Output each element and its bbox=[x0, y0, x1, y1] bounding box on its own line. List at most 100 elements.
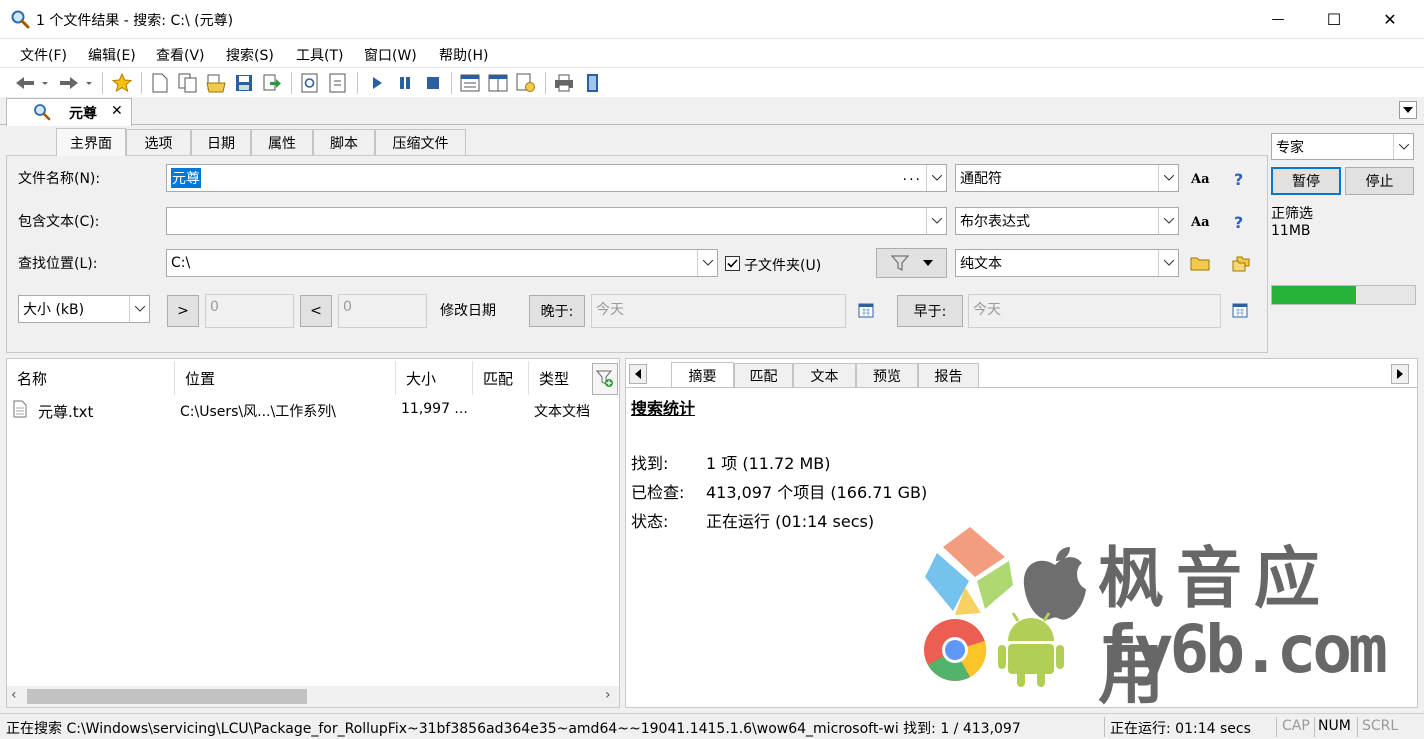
contains-dropdown-button[interactable] bbox=[926, 208, 946, 234]
tab-attributes[interactable]: 属性 bbox=[251, 129, 313, 155]
export-icon[interactable] bbox=[261, 72, 283, 94]
tab-main[interactable]: 主界面 bbox=[56, 128, 126, 156]
subfolder-checkbox[interactable] bbox=[725, 256, 740, 271]
column-header-size[interactable]: 大小 bbox=[396, 361, 473, 395]
play-icon[interactable] bbox=[366, 72, 388, 94]
print-icon[interactable] bbox=[553, 72, 575, 94]
column-header-type[interactable]: 类型 bbox=[529, 361, 591, 395]
refresh-doc-icon[interactable] bbox=[299, 72, 321, 94]
tab-list-dropdown-button[interactable] bbox=[1399, 101, 1417, 119]
size-min-value: 0 bbox=[210, 299, 219, 315]
title-bar: 1 个文件结果 - 搜索: C:\ (元尊) — ☐ ✕ bbox=[0, 0, 1424, 38]
size-unit-select[interactable]: 大小 (kB) bbox=[18, 295, 150, 323]
later-than-date-input[interactable]: 今天 bbox=[591, 294, 846, 328]
window-layout-icon[interactable] bbox=[459, 72, 481, 94]
document-tab-close-icon[interactable]: ✕ bbox=[111, 103, 123, 119]
triangle-left-icon bbox=[635, 369, 641, 379]
multi-folder-icon[interactable] bbox=[1232, 256, 1250, 272]
tab-script[interactable]: 脚本 bbox=[313, 129, 375, 155]
minimize-button[interactable]: — bbox=[1251, 0, 1305, 38]
column-header-name[interactable]: 名称 bbox=[7, 361, 175, 395]
location-dropdown-button[interactable] bbox=[697, 250, 717, 276]
mode-dropdown[interactable] bbox=[1393, 134, 1413, 159]
tab-summary[interactable]: 摘要 bbox=[671, 362, 734, 388]
tab-archive[interactable]: 压缩文件 bbox=[375, 129, 466, 155]
contains-text-input[interactable] bbox=[166, 207, 947, 235]
forward-icon[interactable] bbox=[58, 72, 94, 94]
location-mode-select[interactable]: 纯文本 bbox=[955, 249, 1179, 277]
menu-view[interactable]: 查看(V) bbox=[156, 45, 205, 65]
table-row[interactable]: 元尊.txt C:\Users\风...\工作系列\ 11,997 ... 文本… bbox=[7, 396, 619, 424]
stop-icon[interactable] bbox=[422, 72, 444, 94]
favorites-star-icon[interactable] bbox=[111, 72, 133, 94]
filter-button[interactable] bbox=[876, 248, 947, 278]
contains-mode-dropdown[interactable] bbox=[1158, 208, 1178, 234]
new-file-icon[interactable] bbox=[149, 72, 171, 94]
help-icon[interactable]: ? bbox=[1234, 170, 1243, 189]
greater-than-button[interactable]: > bbox=[167, 295, 199, 327]
menu-window[interactable]: 窗口(W) bbox=[364, 45, 417, 65]
menu-file[interactable]: 文件(F) bbox=[20, 45, 67, 65]
size-unit-dropdown[interactable] bbox=[129, 296, 149, 322]
tab-text[interactable]: 文本 bbox=[793, 363, 856, 387]
filename-input[interactable]: 元尊 ... bbox=[166, 164, 947, 192]
calendar-icon[interactable] bbox=[1232, 302, 1248, 318]
doc-reload-icon[interactable] bbox=[327, 72, 349, 94]
tab-preview[interactable]: 预览 bbox=[856, 363, 918, 387]
android-logo-icon bbox=[998, 612, 1064, 687]
filename-mode-dropdown[interactable] bbox=[1158, 165, 1178, 191]
earlier-than-date-input[interactable]: 今天 bbox=[968, 294, 1221, 328]
filename-mode-select[interactable]: 通配符 bbox=[955, 164, 1179, 192]
scrollbar-thumb[interactable] bbox=[27, 689, 307, 704]
later-than-button[interactable]: 晚于: bbox=[529, 295, 585, 327]
open-folder-icon[interactable] bbox=[205, 72, 227, 94]
settings-doc-icon[interactable] bbox=[515, 72, 537, 94]
case-sensitive-toggle[interactable]: Aa bbox=[1191, 172, 1210, 187]
mode-select[interactable]: 专家 bbox=[1271, 133, 1414, 160]
filename-browse-button[interactable]: ... bbox=[903, 168, 922, 184]
size-max-input[interactable]: 0 bbox=[338, 294, 427, 328]
copy-file-icon[interactable] bbox=[177, 72, 199, 94]
help-icon[interactable]: ? bbox=[1234, 213, 1243, 232]
menu-help[interactable]: 帮助(H) bbox=[439, 45, 488, 65]
subfolder-label[interactable]: 子文件夹(U) bbox=[744, 255, 821, 275]
tab-match[interactable]: 匹配 bbox=[734, 363, 793, 387]
status-path: 正在搜索 C:\Windows\servicing\LCU\Package_fo… bbox=[6, 721, 1021, 737]
pause-icon[interactable] bbox=[394, 72, 416, 94]
found-label: 找到: bbox=[631, 454, 669, 473]
filename-dropdown-button[interactable] bbox=[926, 165, 946, 191]
calendar-icon[interactable] bbox=[858, 302, 874, 318]
column-header-location[interactable]: 位置 bbox=[175, 361, 396, 395]
tab-report[interactable]: 报告 bbox=[918, 363, 979, 387]
pause-button[interactable]: 暂停 bbox=[1271, 167, 1341, 195]
close-button[interactable]: ✕ bbox=[1363, 0, 1417, 38]
scroll-right-icon[interactable]: › bbox=[605, 687, 611, 703]
less-than-button[interactable]: < bbox=[300, 295, 332, 327]
size-min-input[interactable]: 0 bbox=[205, 294, 294, 328]
browse-folder-icon[interactable] bbox=[1190, 255, 1210, 271]
scroll-left-icon[interactable]: ‹ bbox=[11, 687, 17, 703]
split-layout-icon[interactable] bbox=[487, 72, 509, 94]
windows-logo-icon bbox=[925, 527, 1013, 615]
tab-date[interactable]: 日期 bbox=[191, 129, 251, 155]
location-mode-dropdown[interactable] bbox=[1158, 250, 1178, 276]
back-icon[interactable] bbox=[14, 72, 50, 94]
case-sensitive-text-toggle[interactable]: Aa bbox=[1191, 215, 1210, 230]
menu-tools[interactable]: 工具(T) bbox=[296, 45, 343, 65]
save-icon[interactable] bbox=[233, 72, 255, 94]
tab-options[interactable]: 选项 bbox=[126, 129, 191, 155]
stop-button[interactable]: 停止 bbox=[1345, 167, 1414, 195]
location-input[interactable]: C:\ bbox=[166, 249, 718, 277]
column-filter-button[interactable] bbox=[592, 363, 618, 395]
column-header-match[interactable]: 匹配 bbox=[473, 361, 529, 395]
document-tab[interactable]: 元尊 ✕ bbox=[6, 98, 132, 126]
maximize-button[interactable]: ☐ bbox=[1307, 0, 1361, 38]
menu-search[interactable]: 搜索(S) bbox=[226, 45, 274, 65]
tab-scroll-left-button[interactable] bbox=[629, 364, 647, 384]
menu-edit[interactable]: 编辑(E) bbox=[88, 45, 136, 65]
tab-scroll-right-button[interactable] bbox=[1391, 364, 1409, 384]
contains-mode-select[interactable]: 布尔表达式 bbox=[955, 207, 1179, 235]
horizontal-scrollbar[interactable]: ‹ › bbox=[7, 686, 619, 707]
earlier-than-button[interactable]: 早于: bbox=[897, 295, 963, 327]
exit-door-icon[interactable] bbox=[581, 72, 603, 94]
